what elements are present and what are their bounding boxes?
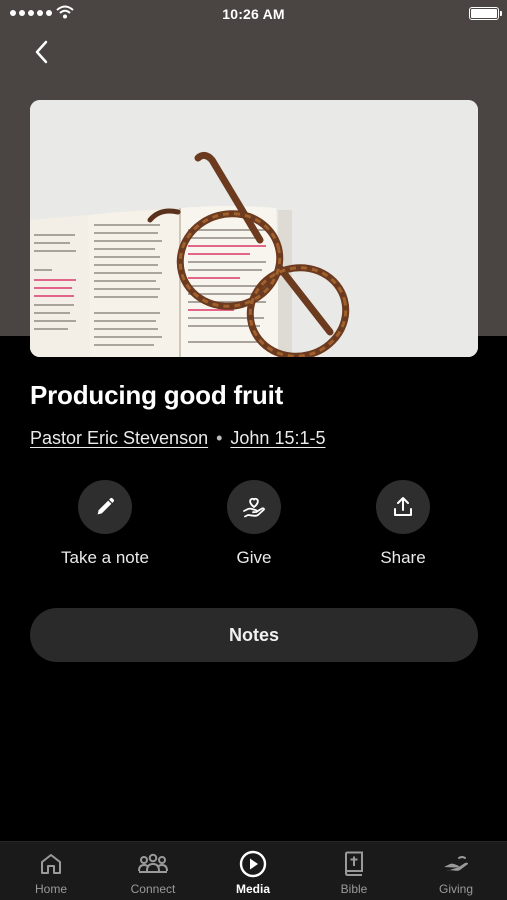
people-icon <box>138 853 168 873</box>
give-button[interactable]: Give <box>184 480 324 568</box>
battery-icon <box>469 7 502 20</box>
home-icon <box>41 854 61 874</box>
give-circle <box>227 480 281 534</box>
status-bar: 10:26 AM <box>0 0 507 28</box>
tab-giving-label: Giving <box>438 882 473 896</box>
tab-home-label: Home <box>34 882 67 896</box>
meta-separator: • <box>216 428 223 448</box>
back-button[interactable] <box>26 36 56 68</box>
take-note-label: Take a note <box>61 548 149 567</box>
tab-connect[interactable]: Connect <box>103 842 203 900</box>
bible-icon <box>344 851 363 876</box>
scripture-link[interactable]: John 15:1-5 <box>230 428 325 449</box>
play-icon <box>239 850 267 878</box>
share-button[interactable]: Share <box>333 480 473 568</box>
take-note-circle <box>78 480 132 534</box>
tab-bible-label: Bible <box>340 882 368 896</box>
tab-giving[interactable]: Giving <box>406 842 506 900</box>
share-label: Share <box>380 548 426 567</box>
take-note-button[interactable]: Take a note <box>35 480 175 568</box>
action-row: Take a note Give Share <box>0 480 507 580</box>
tab-bar: Home Connect Media Bible Giving <box>0 841 507 900</box>
notes-button[interactable]: Notes <box>30 608 478 662</box>
tab-media-label: Media <box>235 882 270 896</box>
sermon-title: Producing good fruit <box>30 380 284 410</box>
tab-home[interactable]: Home <box>1 842 101 900</box>
pencil-icon <box>97 497 115 515</box>
giving-icon <box>444 856 468 872</box>
tab-connect-label: Connect <box>130 882 176 896</box>
speaker-link[interactable]: Pastor Eric Stevenson <box>30 428 208 449</box>
share-icon <box>394 497 412 516</box>
status-time: 10:26 AM <box>222 6 285 22</box>
sermon-image <box>30 100 478 357</box>
tab-media[interactable]: Media <box>203 842 303 900</box>
sermon-meta: Pastor Eric Stevenson • John 15:1-5 <box>30 428 325 449</box>
give-label: Give <box>236 548 272 567</box>
share-circle <box>376 480 430 534</box>
chevron-left-icon <box>35 40 48 64</box>
tab-bible[interactable]: Bible <box>304 842 404 900</box>
heart-hand-icon <box>243 497 265 518</box>
